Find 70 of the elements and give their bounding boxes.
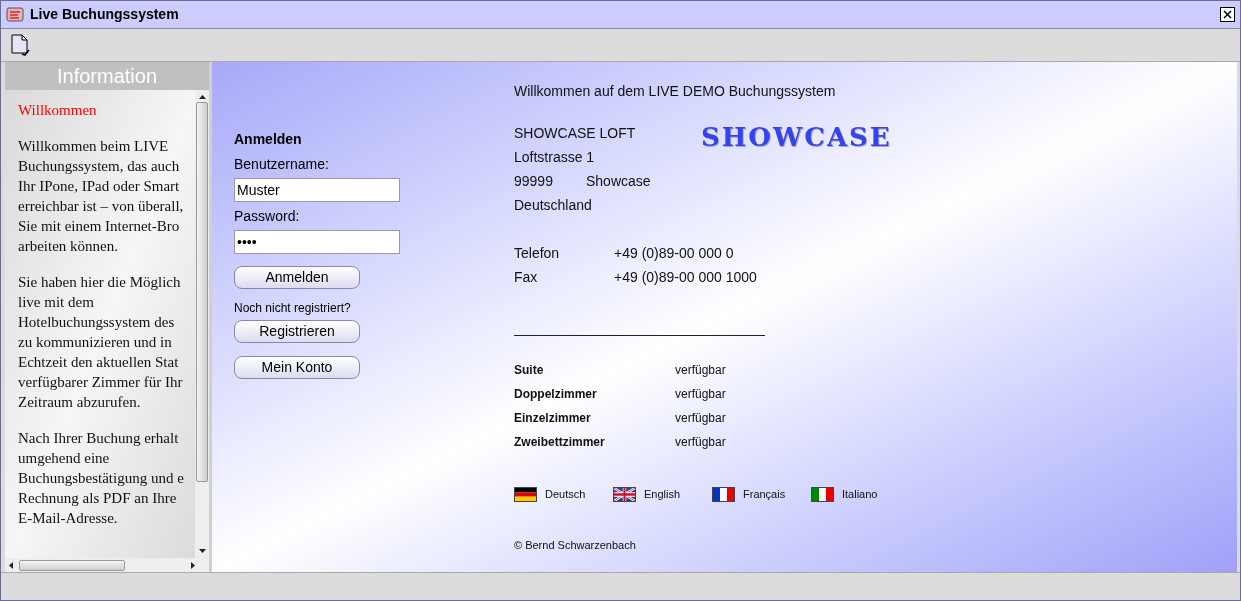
language-link[interactable]: Italiano [811,486,910,503]
uk-flag-icon [613,486,636,502]
contact-value: +49 (0)89-00 000 1000 [614,268,757,287]
sidebar-heading: Willkommen [18,101,98,120]
scrollbar-thumb[interactable] [19,559,125,571]
language-link[interactable]: Deutsch [514,486,613,503]
room-name: Suite [514,362,545,379]
username-label: Benutzername: [234,155,329,174]
app-icon [6,6,24,23]
sidebar-text-line: Sie haben hier die Möglich [18,273,181,292]
germany-flag-icon [514,486,537,502]
room-status: verfügbar [675,434,726,451]
contact-label: Fax [514,268,539,287]
address-city: Showcase [586,172,651,191]
address-street: Loftstrasse 1 [514,148,595,167]
new-document-button[interactable] [9,33,31,57]
room-name: Doppelzimmer [514,386,598,403]
register-button[interactable]: Registrieren [234,320,360,343]
contact-value: +49 (0)89-00 000 0 [614,244,734,263]
sidebar-text-line: arbeiten können. [18,237,118,256]
sidebar-text-line: Zeitraum abzurufen. [18,393,141,412]
address-country: Deutschland [514,196,592,215]
sidebar-text-line: Echtzeit den aktuellen Stat [18,353,179,372]
password-label: Password: [234,207,300,226]
login-title: Anmelden [234,130,302,149]
sidebar-text-line: Rechnung als PDF an Ihre [18,489,177,508]
room-name: Zweibettzimmer [514,434,606,451]
scroll-left-icon[interactable] [9,561,13,569]
close-button[interactable] [1220,7,1235,22]
sidebar-text-line: verfügbarer Zimmer für Ihr [18,373,183,392]
sidebar-text-line: zu kommunizieren und in [18,333,172,352]
showcase-logo: SHOWCASE [701,121,892,154]
contact-label: Telefon [514,244,561,263]
sidebar-text-line: live mit dem [18,293,94,312]
account-button[interactable]: Mein Konto [234,356,360,379]
room-name: Einzelzimmer [514,410,592,427]
document-icon [10,34,30,56]
sidebar-title: Information [5,62,209,90]
room-status: verfügbar [675,386,726,403]
address-zip: 99999 [514,172,554,191]
scroll-right-icon[interactable] [191,561,195,569]
sidebar-text-line: Sie mit einem Internet-Bro [18,217,180,236]
sidebar-text-line: Hotelbuchungssystem des [18,313,175,332]
scrollbar-thumb[interactable] [196,102,208,482]
sidebar-text-line: Nach Ihrer Buchung erhalt [18,429,179,448]
scroll-up-icon[interactable] [198,95,206,99]
italy-flag-icon [811,486,834,502]
password-field[interactable]: •••• [234,230,400,254]
sidebar-text-line: Willkommen beim LIVE [18,137,169,156]
copyright-text: © Bernd Schwarzenbach [514,537,636,553]
scroll-down-icon[interactable] [198,549,206,553]
register-prompt: Noch nicht registriert? [234,300,351,317]
sidebar-text-line: erreichbar ist – von überall, [18,197,184,216]
sidebar-text-line: Ihr IPone, IPad oder Smart [18,177,180,196]
welcome-text: Willkommen auf dem LIVE DEMO Buchungssystem [514,82,836,101]
france-flag-icon [712,486,735,502]
sidebar-text-line: Buchungsbestätigung und e [18,469,184,488]
window-title: Live Buchungssystem [30,5,179,24]
language-link[interactable]: Français [712,486,811,503]
username-field[interactable]: Muster [234,178,400,202]
room-status: verfügbar [675,362,726,379]
horizontal-scrollbar[interactable] [5,558,209,572]
room-status: verfügbar [675,410,726,427]
sidebar-text-line: Buchungssystem, das auch [18,157,180,176]
language-link[interactable]: English [613,486,712,503]
sidebar-text-line: umgehend eine [18,449,110,468]
sidebar-text-line: E-Mail-Adresse. [18,509,118,528]
close-icon [1223,10,1232,19]
address-name: SHOWCASE LOFT [514,124,636,143]
login-button[interactable]: Anmelden [234,266,360,289]
